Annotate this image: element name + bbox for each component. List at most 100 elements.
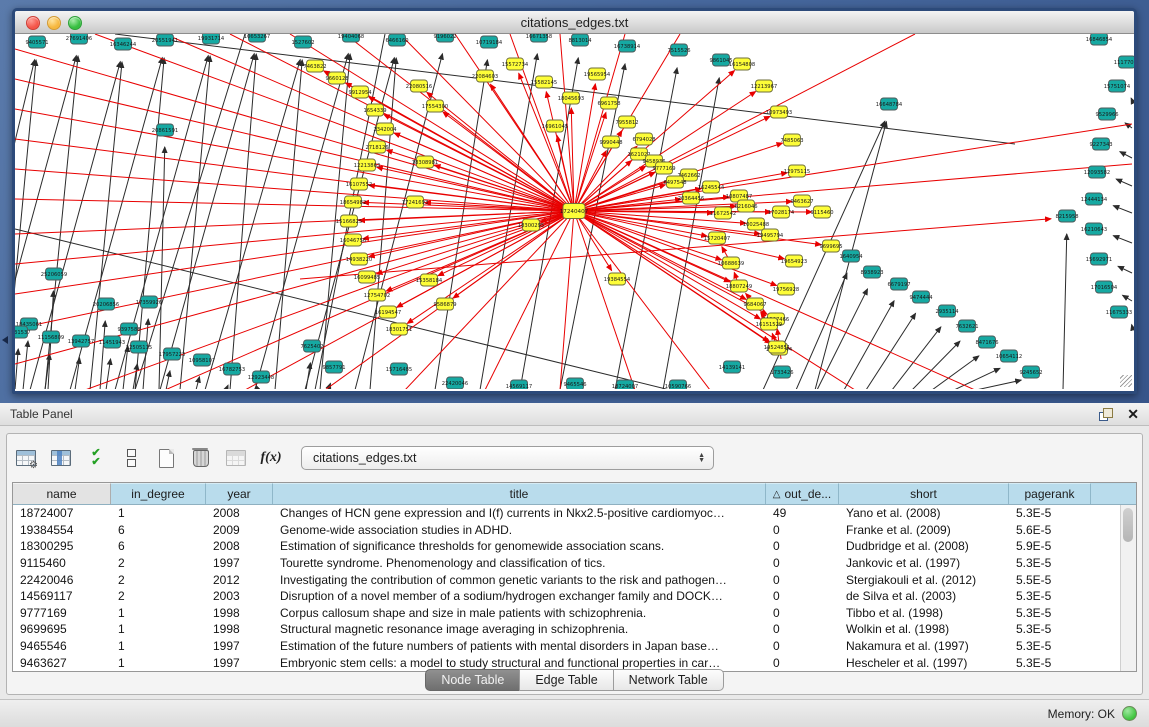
table-row[interactable]: 977716911998Corpus callosum shape and si…: [13, 605, 1136, 622]
table-cell[interactable]: Tourette syndrome. Phenomenology and cla…: [273, 556, 766, 570]
table-cell[interactable]: Corpus callosum shape and size in male p…: [273, 606, 766, 620]
table-cell[interactable]: 9463627: [13, 656, 111, 670]
table-cell[interactable]: 1: [111, 656, 206, 670]
float-panel-icon[interactable]: [1099, 408, 1113, 421]
graph-node[interactable]: 9777169: [652, 162, 675, 174]
graph-node[interactable]: 1640954: [839, 250, 863, 262]
graph-node[interactable]: 7515526: [667, 44, 690, 56]
graph-node[interactable]: 9227343: [1089, 138, 1112, 150]
graph-node[interactable]: 7625402: [300, 340, 323, 352]
table-cell[interactable]: 1997: [206, 639, 273, 653]
table-cell[interactable]: 9777169: [13, 606, 111, 620]
table-select-dropdown[interactable]: citations_edges.txt ▲▼: [301, 446, 714, 470]
table-cell[interactable]: 2009: [206, 523, 273, 537]
table-cell[interactable]: 5.9E-5: [1009, 539, 1091, 553]
graph-node[interactable]: 6216046: [734, 200, 757, 212]
table-cell[interactable]: 2008: [206, 506, 273, 520]
table-cell[interactable]: 0: [766, 523, 839, 537]
table-cell[interactable]: 9465546: [13, 639, 111, 653]
column-header-year[interactable]: year: [206, 483, 273, 504]
column-header-out_de[interactable]: △out_de...: [766, 483, 839, 504]
tab-edge-table[interactable]: Edge Table: [519, 669, 613, 691]
table-cell[interactable]: 1997: [206, 656, 273, 670]
table-cell[interactable]: Estimation of significance thresholds fo…: [273, 539, 766, 553]
table-cell[interactable]: Embryonic stem cells: a model to study s…: [273, 656, 766, 670]
table-mode-icon[interactable]: ⚙: [13, 445, 39, 471]
tab-network-table[interactable]: Network Table: [613, 669, 724, 691]
table-cell[interactable]: 5.3E-5: [1009, 656, 1091, 670]
table-cell[interactable]: 6: [111, 539, 206, 553]
graph-node[interactable]: 9405571: [25, 36, 48, 48]
table-cell[interactable]: Investigating the contribution of common…: [273, 573, 766, 587]
table-cell[interactable]: 1998: [206, 622, 273, 636]
table-cell[interactable]: 1997: [206, 556, 273, 570]
graph-node[interactable]: 8215958: [1055, 210, 1078, 222]
table-row[interactable]: 1872400712008Changes of HCN gene express…: [13, 505, 1136, 522]
graph-node[interactable]: 1654339: [363, 104, 386, 116]
graph-node[interactable]: 2718126: [365, 141, 388, 153]
table-cell[interactable]: 2012: [206, 573, 273, 587]
table-cell[interactable]: 5.3E-5: [1009, 556, 1091, 570]
function-builder-icon[interactable]: f(x): [258, 445, 284, 471]
table-cell[interactable]: Structural magnetic resonance image aver…: [273, 622, 766, 636]
minimize-window-icon[interactable]: [47, 16, 61, 30]
graph-node[interactable]: 7485063: [780, 134, 803, 146]
graph-node[interactable]: 9465546: [563, 378, 586, 389]
close-window-icon[interactable]: [26, 16, 40, 30]
graph-node[interactable]: 7632621: [955, 320, 978, 332]
table-cell[interactable]: Franke et al. (2009): [839, 523, 1009, 537]
close-panel-icon[interactable]: ✕: [1127, 407, 1139, 421]
graph-node[interactable]: 9529966: [1095, 108, 1118, 120]
graph-node[interactable]: 7955812: [615, 116, 638, 128]
table-cell[interactable]: Stergiakouli et al. (2012): [839, 573, 1009, 587]
table-cell[interactable]: 0: [766, 556, 839, 570]
table-cell[interactable]: 6: [111, 523, 206, 537]
scrollbar-thumb[interactable]: [1123, 508, 1133, 542]
graph-node[interactable]: 9660128: [325, 72, 348, 84]
table-row[interactable]: 946554611997Estimation of the future num…: [13, 638, 1136, 655]
table-cell[interactable]: Wolkin et al. (1998): [839, 622, 1009, 636]
table-row[interactable]: 1830029562008Estimation of significance …: [13, 538, 1136, 555]
network-view-window[interactable]: citations_edges.txt 94055712769140616346…: [12, 8, 1137, 394]
window-resize-grip[interactable]: [1120, 375, 1132, 387]
show-columns-icon[interactable]: [48, 445, 74, 471]
graph-node[interactable]: 7463822: [303, 60, 326, 72]
table-cell[interactable]: Jankovic et al. (1997): [839, 556, 1009, 570]
graph-node[interactable]: 8938923: [860, 266, 883, 278]
graph-node[interactable]: 9397588: [117, 323, 140, 335]
table-cell[interactable]: 0: [766, 656, 839, 670]
graph-node[interactable]: 9115460: [810, 206, 833, 218]
table-cell[interactable]: Nakamura et al. (1997): [839, 639, 1009, 653]
table-cell[interactable]: 2: [111, 573, 206, 587]
table-cell[interactable]: 0: [766, 573, 839, 587]
graph-node[interactable]: 1527602: [291, 36, 314, 48]
table-cell[interactable]: 1: [111, 639, 206, 653]
graph-node[interactable]: 9474444: [909, 291, 933, 303]
column-header-short[interactable]: short: [839, 483, 1009, 504]
table-cell[interactable]: 22420046: [13, 573, 111, 587]
table-cell[interactable]: Changes of HCN gene expression and I(f) …: [273, 506, 766, 520]
table-scrollbar[interactable]: [1120, 505, 1136, 671]
table-row[interactable]: 911546021997Tourette syndrome. Phenomeno…: [13, 555, 1136, 572]
table-cell[interactable]: 2008: [206, 539, 273, 553]
graph-node[interactable]: 6794028: [632, 133, 655, 145]
graph-node[interactable]: 9990448: [599, 136, 622, 148]
table-cell[interactable]: Hescheler et al. (1997): [839, 656, 1009, 670]
table-cell[interactable]: 0: [766, 622, 839, 636]
table-row[interactable]: 969969511998Structural magnetic resonanc…: [13, 621, 1136, 638]
table-cell[interactable]: 1: [111, 606, 206, 620]
table-cell[interactable]: Dudbridge et al. (2008): [839, 539, 1009, 553]
delete-table-icon[interactable]: [223, 445, 249, 471]
table-cell[interactable]: 0: [766, 589, 839, 603]
collapse-panel-arrow-icon[interactable]: [2, 336, 8, 344]
zoom-window-icon[interactable]: [68, 16, 82, 30]
table-cell[interactable]: 5.6E-5: [1009, 523, 1091, 537]
table-row[interactable]: 1456911722003Disruption of a novel membe…: [13, 588, 1136, 605]
table-cell[interactable]: 1998: [206, 606, 273, 620]
table-cell[interactable]: Disruption of a novel member of a sodium…: [273, 589, 766, 603]
table-cell[interactable]: Estimation of the future numbers of pati…: [273, 639, 766, 653]
table-cell[interactable]: 14569117: [13, 589, 111, 603]
table-cell[interactable]: 0: [766, 606, 839, 620]
table-cell[interactable]: 5.3E-5: [1009, 506, 1091, 520]
graph-node[interactable]: 9699695: [819, 240, 842, 252]
